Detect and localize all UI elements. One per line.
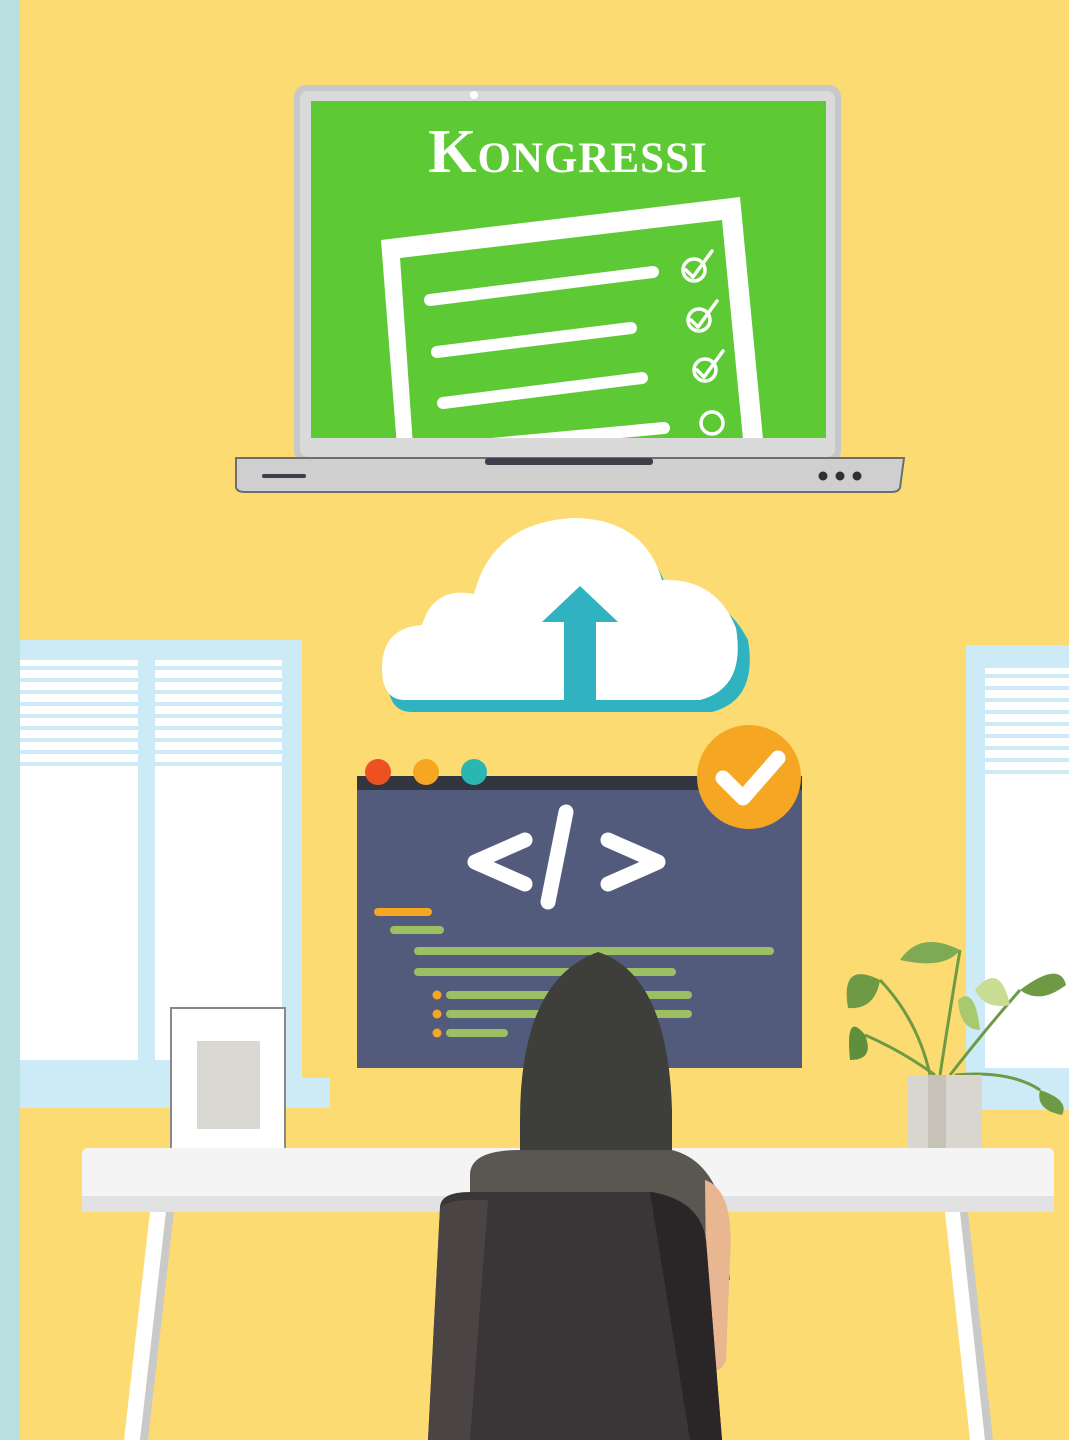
more-dots-icon <box>818 471 862 481</box>
check-badge-icon <box>697 725 801 829</box>
checklist-document <box>381 197 763 438</box>
laptop-brand-title: Kongressi <box>428 118 707 186</box>
picture-frame <box>170 1007 286 1163</box>
laptop-camera <box>470 91 478 99</box>
laptop: Kongressi <box>235 85 906 493</box>
window-dot-orange <box>413 759 439 785</box>
left-accent-strip <box>0 0 20 1440</box>
illustration-scene: Kongressi <box>0 0 1069 1440</box>
window-dot-red <box>365 759 391 785</box>
window-dot-teal <box>461 759 487 785</box>
office-chair <box>428 1192 722 1440</box>
